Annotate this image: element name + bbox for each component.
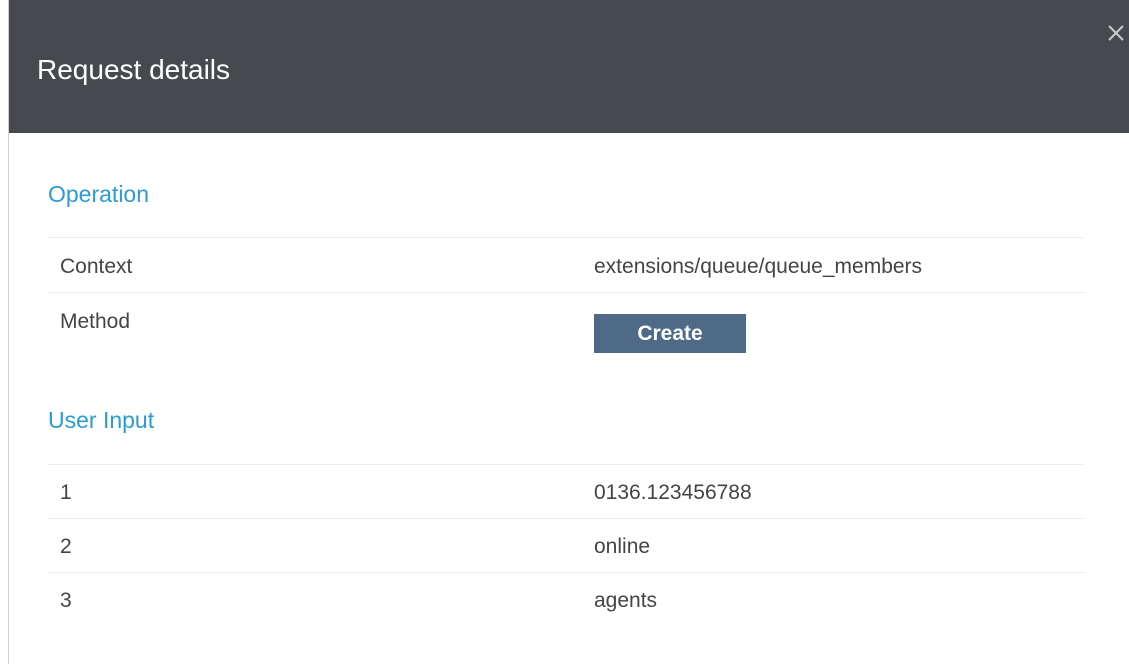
input-2-label: 2 (60, 535, 72, 558)
close-icon (1108, 25, 1124, 41)
context-label: Context (60, 255, 133, 278)
input-1-label: 1 (60, 481, 72, 504)
user-input-heading: User Input (48, 407, 155, 433)
request-details-dialog: Request details Operation Context extens… (8, 0, 1129, 664)
input-1-value: 0136.123456788 (594, 481, 752, 504)
method-badge: Create (594, 314, 746, 353)
input-2-value: online (594, 535, 651, 558)
dialog-title: Request details (37, 54, 231, 85)
table-row-input-1: 1 0136.123456788 (47, 464, 1084, 518)
close-button[interactable] (1105, 22, 1127, 44)
table-row-context: Context extensions/queue/queue_members (47, 237, 1084, 292)
table-row-input-2: 2 online (47, 518, 1084, 572)
input-3-value: agents (594, 589, 658, 612)
table-row-input-3: 3 agents (47, 572, 1084, 626)
dialog-header: Request details (9, 0, 1129, 133)
table-row-method: Method Create (47, 292, 1084, 364)
context-value: extensions/queue/queue_members (594, 255, 923, 278)
operation-heading: Operation (48, 181, 150, 207)
input-3-label: 3 (60, 589, 72, 612)
method-label: Method (60, 310, 131, 333)
